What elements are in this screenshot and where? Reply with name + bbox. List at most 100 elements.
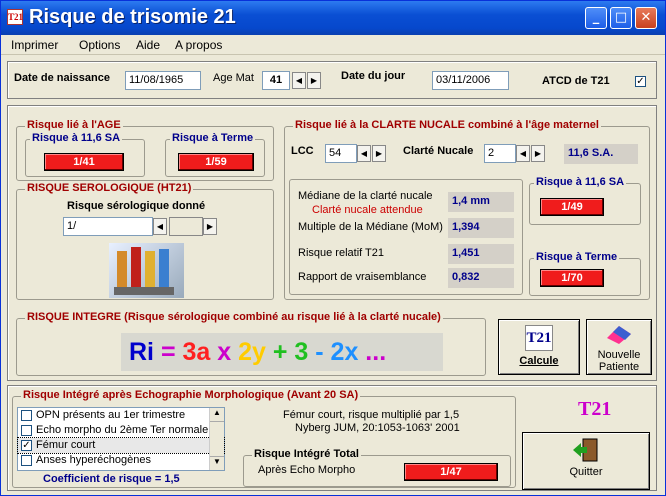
mom-value: 1,394 — [448, 218, 514, 238]
clarte-sa-label: Risque à 11,6 SA — [534, 176, 627, 188]
lcc-increment-button[interactable]: ▶ — [372, 145, 386, 162]
atcd-checkbox[interactable]: ✓ — [635, 76, 646, 87]
total-title: Risque Intégré Total — [252, 448, 361, 460]
echo-list-item[interactable]: Anses hyperéchogènes — [18, 453, 224, 468]
echo-item-checkbox[interactable] — [21, 455, 32, 466]
echo-item-label: Anses hyperéchogènes — [36, 454, 151, 466]
window-title: Risque de trisomie 21 — [29, 6, 236, 28]
close-button[interactable]: ✕ — [635, 7, 657, 29]
coefficient-label: Coefficient de risque = 1,5 — [43, 473, 180, 485]
quitter-label: Quitter — [569, 466, 603, 478]
echo-item-checkbox[interactable] — [21, 410, 32, 421]
formula-part: 3a — [182, 338, 211, 366]
menu-options[interactable]: Options — [79, 38, 120, 52]
exit-door-icon — [573, 438, 598, 462]
lcc-field[interactable]: 54 — [325, 144, 357, 163]
age-mat-field[interactable]: 41 — [262, 71, 290, 90]
echo-scrollbar[interactable]: ▲ ▼ — [209, 408, 224, 470]
quitter-button[interactable]: Quitter — [522, 432, 650, 490]
menu-bar: Imprimer Options Aide A propos — [1, 35, 665, 55]
formula-part: 2y — [238, 338, 266, 366]
formula-part: = — [154, 338, 183, 366]
mediane-label: Médiane de la clarté nucale — [298, 190, 433, 202]
clarte-terme-label: Risque à Terme — [534, 251, 620, 263]
integre-group: RISQUE INTEGRE (Risque sérologique combi… — [16, 311, 486, 376]
echo-list-item[interactable]: Echo morpho du 2ème Ter normale — [18, 423, 224, 438]
age-terme-value: 1/59 — [178, 153, 254, 171]
menu-a-propos[interactable]: A propos — [175, 38, 222, 52]
echo-checklist: OPN présents au 1er trimestre Echo morpho… — [17, 407, 225, 471]
age-sa-subgroup: Risque à 11,6 SA 1/41 — [25, 132, 145, 177]
sero-increment-button[interactable]: ▶ — [203, 218, 217, 235]
test-tubes-icon — [114, 247, 174, 295]
scroll-up-icon[interactable]: ▲ — [210, 408, 224, 422]
nouvelle-patiente-button[interactable]: Nouvelle Patiente — [586, 319, 652, 375]
formula-part: + — [265, 338, 295, 366]
main-panel: Risque lié à l'AGE Risque à 11,6 SA 1/41… — [7, 105, 657, 381]
risque-relatif-label: Risque relatif T21 — [298, 247, 385, 259]
calcule-label: Calcule — [519, 355, 559, 367]
date-jour-field[interactable]: 03/11/2006 — [432, 71, 509, 90]
formula-part: ... — [358, 338, 387, 366]
age-increment-button[interactable]: ▶ — [307, 72, 321, 89]
echo-title: Risque Intégré après Echographie Morphol… — [21, 389, 361, 401]
echo-list-item[interactable]: OPN présents au 1er trimestre — [18, 408, 224, 423]
maximize-button[interactable]: □ — [610, 7, 632, 29]
risque-relatif-value: 1,451 — [448, 244, 514, 264]
serologique-group: RISQUE SEROLOGIQUE (HT21) Risque sérolog… — [16, 182, 274, 300]
header-panel: Date de naissance 11/08/1965 Age Mat 41 … — [7, 61, 657, 99]
age-terme-subgroup: Risque à Terme 1/59 — [165, 132, 265, 177]
risque-age-group: Risque lié à l'AGE Risque à 11,6 SA 1/41… — [16, 119, 274, 181]
menu-imprimer[interactable]: Imprimer — [11, 38, 58, 52]
eraser-icon — [607, 326, 631, 344]
app-icon: T21 — [7, 9, 23, 25]
clarte-attendue-label: Clarté nucale attendue — [312, 204, 423, 216]
echo-list-item[interactable]: ✓ Fémur court — [17, 437, 225, 454]
age-mat-label: Age Mat — [213, 72, 254, 84]
risque-age-title: Risque lié à l'AGE — [25, 119, 123, 131]
title-bar[interactable]: T21 Risque de trisomie 21 _ □ ✕ — [1, 1, 665, 35]
clarte-nucale-field[interactable]: 2 — [484, 144, 516, 163]
nouvelle-label-2: Patiente — [598, 361, 640, 373]
age-sa-label: Risque à 11,6 SA — [30, 132, 123, 144]
total-label: Après Echo Morpho — [258, 464, 356, 476]
sero-decrement-button[interactable]: ◀ — [153, 218, 167, 235]
calcule-button[interactable]: T21 Calcule — [498, 319, 580, 375]
menu-aide[interactable]: Aide — [136, 38, 160, 52]
scroll-down-icon[interactable]: ▼ — [210, 456, 224, 470]
nouvelle-label-1: Nouvelle — [597, 349, 641, 361]
echo-item-checkbox[interactable]: ✓ — [21, 440, 32, 451]
atcd-label: ATCD de T21 — [542, 75, 610, 87]
clarte-increment-button[interactable]: ▶ — [531, 145, 545, 162]
clarte-terme-value: 1/70 — [540, 269, 604, 287]
date-naissance-label: Date de naissance — [14, 72, 110, 84]
clarte-decrement-button[interactable]: ◀ — [516, 145, 530, 162]
formula-part: 3 — [294, 338, 309, 366]
echo-panel: Risque Intégré après Echographie Morphol… — [7, 385, 657, 491]
formula-part: - — [308, 338, 331, 366]
serologique-input[interactable]: 1/ — [63, 217, 153, 236]
echo-item-label: OPN présents au 1er trimestre — [36, 409, 186, 421]
integre-title: RISQUE INTEGRE (Risque sérologique combi… — [25, 311, 443, 323]
mom-label: Multiple de la Médiane (MoM) — [298, 221, 443, 233]
minimize-button[interactable]: _ — [585, 7, 607, 29]
age-decrement-button[interactable]: ◀ — [292, 72, 306, 89]
date-naissance-field[interactable]: 11/08/1965 — [125, 71, 201, 90]
serologique-given-label: Risque sérologique donné — [67, 200, 206, 212]
total-value: 1/47 — [404, 463, 498, 481]
lcc-decrement-button[interactable]: ◀ — [357, 145, 371, 162]
lcc-label: LCC — [291, 145, 314, 157]
clarte-nucale-label: Clarté Nucale — [403, 145, 474, 157]
clarte-sa-subgroup: Risque à 11,6 SA 1/49 — [529, 176, 641, 225]
sa-readout: 11,6 S.A. — [564, 144, 638, 164]
integre-formula: Ri = 3a x 2y + 3 - 2x ... — [121, 333, 443, 371]
total-subgroup: Risque Intégré Total Après Echo Morpho 1… — [243, 448, 511, 487]
main-window: T21 Risque de trisomie 21 _ □ ✕ Imprimer… — [0, 0, 666, 496]
vraisemblance-label: Rapport de vraisemblance — [298, 271, 427, 283]
sero-spin-track[interactable] — [169, 217, 203, 236]
echo-item-checkbox[interactable] — [21, 425, 32, 436]
clarte-title: Risque lié à la CLARTE NUCALE combiné à … — [293, 119, 601, 131]
test-tubes-image — [109, 243, 184, 298]
clarte-sa-value: 1/49 — [540, 198, 604, 216]
clarte-stats-box: Médiane de la clarté nucale Clarté nucal… — [289, 179, 523, 295]
